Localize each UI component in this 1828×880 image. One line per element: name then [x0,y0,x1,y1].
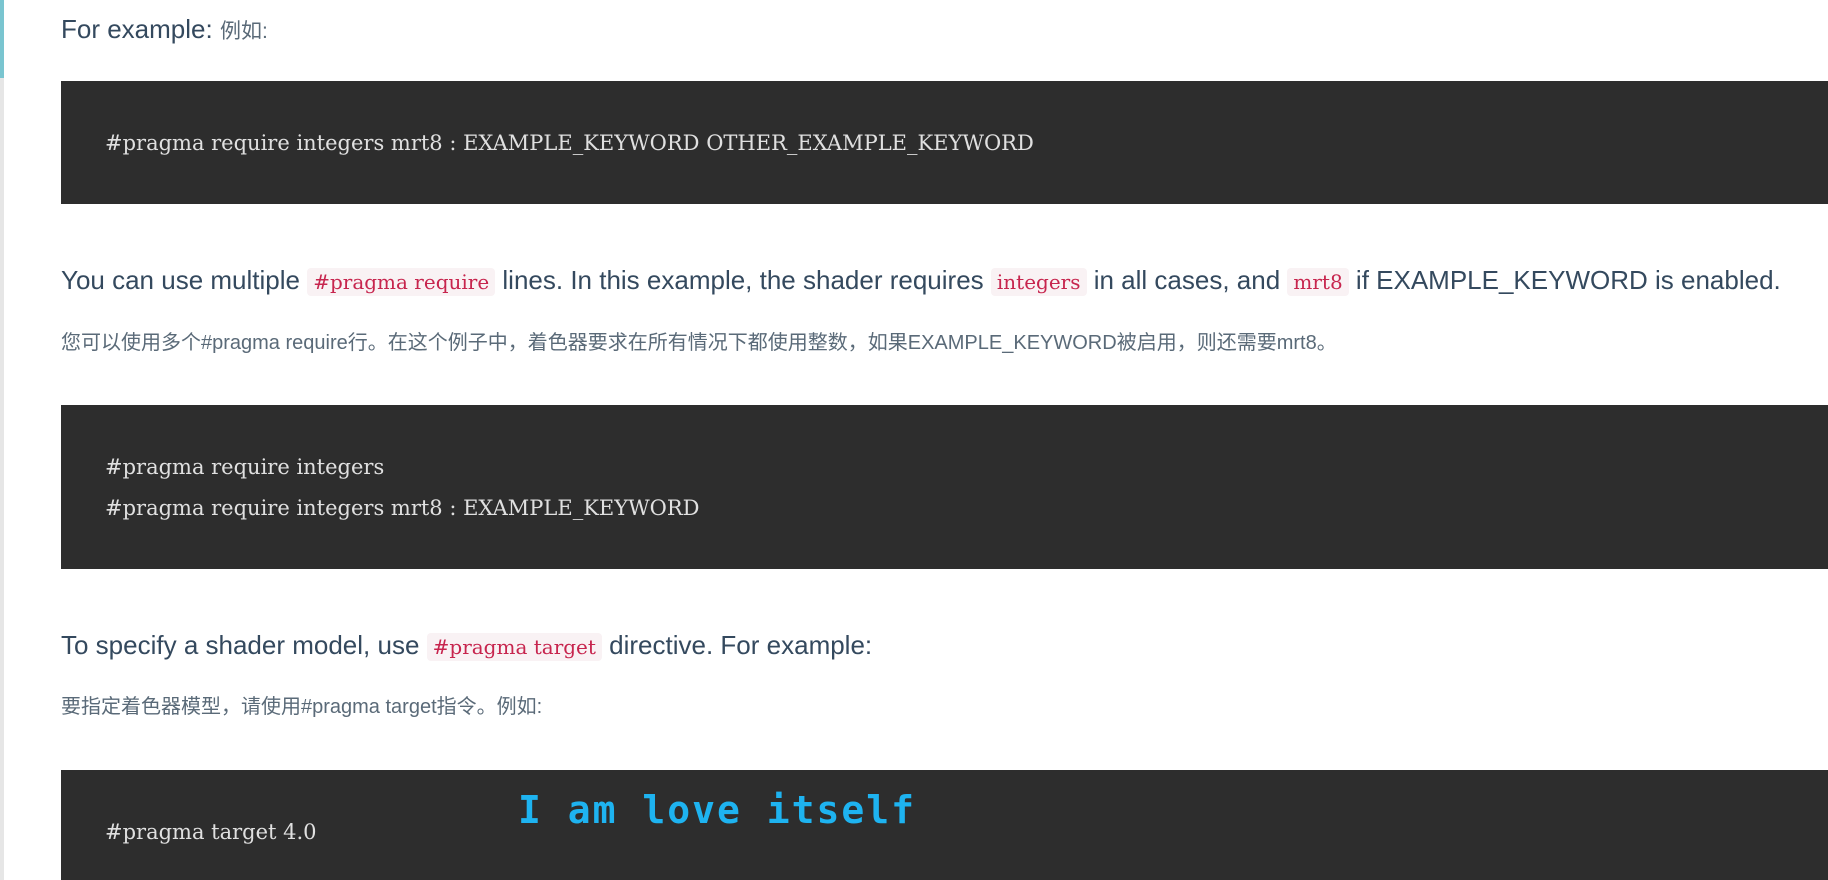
overlay-caption: I am love itself [518,788,917,832]
target-paragraph-zh: 要指定着色器模型，请使用#pragma target指令。例如: [61,696,543,718]
left-rail-accent [0,0,4,78]
text-span: directive. For example: [601,630,873,660]
intro-paragraph: For example: 例如: [61,13,268,48]
text-span: You can use multiple [61,265,308,295]
intro-en: For example: [61,14,213,44]
code-block-1: #pragma require integers mrt8 : EXAMPLE_… [61,81,1828,204]
multiple-require-paragraph-zh: 您可以使用多个#pragma require行。在这个例子中，着色器要求在所有情… [61,332,1337,354]
intro-zh: 例如: [219,20,268,43]
code-block-2: #pragma require integers #pragma require… [61,405,1828,569]
text-span: in all cases, and [1086,265,1288,295]
code-line: #pragma require integers [105,455,385,479]
left-rail [0,0,4,880]
text-span: lines. In this example, the shader requi… [495,265,991,295]
code-line: #pragma target 4.0 [105,820,317,844]
code-line: #pragma require integers mrt8 : EXAMPLE_… [105,496,700,520]
code-line: #pragma require integers mrt8 : EXAMPLE_… [105,131,1034,155]
target-paragraph: To specify a shader model, use #pragma t… [61,629,872,663]
inline-code-integers: integers [990,268,1087,296]
text-span: To specify a shader model, use [61,630,427,660]
code-block-3: #pragma target 4.0 [61,770,1828,880]
inline-code-pragma-require: #pragma require [307,268,496,296]
multiple-require-paragraph: You can use multiple #pragma require lin… [61,264,1781,298]
inline-code-mrt8: mrt8 [1287,268,1349,296]
text-span: if EXAMPLE_KEYWORD is enabled. [1348,265,1781,295]
inline-code-pragma-target: #pragma target [426,633,602,661]
